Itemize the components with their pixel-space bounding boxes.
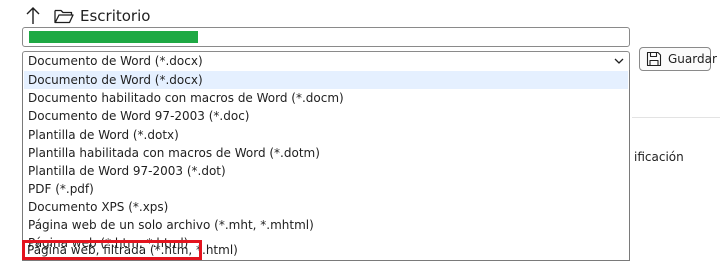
list-item-htm-filtered[interactable]: Página web, filtrada (*.htm, *.html) (22, 240, 238, 260)
list-item-mht[interactable]: Página web de un solo archivo (*.mht, *.… (24, 216, 628, 234)
folder-icon (54, 8, 74, 24)
chevron-down-icon[interactable] (611, 52, 627, 70)
navigation-bar: Escritorio (24, 4, 150, 28)
list-item-dotx[interactable]: Plantilla de Word (*.dotx) (24, 126, 628, 144)
file-name-input[interactable] (22, 27, 630, 47)
arrow-up-icon[interactable] (24, 6, 42, 26)
save-button-label: Guardar (668, 52, 717, 66)
list-item-xps[interactable]: Documento XPS (*.xps) (24, 198, 628, 216)
list-item-dot[interactable]: Plantilla de Word 97-2003 (*.dot) (24, 162, 628, 180)
list-item-dotm[interactable]: Plantilla habilitada con macros de Word … (24, 144, 628, 162)
list-item-docx[interactable]: Documento de Word (*.docx) (24, 71, 628, 89)
list-item-pdf[interactable]: PDF (*.pdf) (24, 180, 628, 198)
list-item-doc[interactable]: Documento de Word 97-2003 (*.doc) (24, 107, 628, 125)
file-name-selection (29, 31, 198, 43)
background-partial-label: ificación (634, 150, 684, 164)
file-type-dropdown-list: Documento de Word (*.docx) Documento hab… (22, 70, 630, 261)
file-type-select[interactable]: Documento de Word (*.docx) (22, 51, 630, 71)
save-icon (646, 51, 662, 67)
background-divider (632, 117, 720, 118)
current-folder-label[interactable]: Escritorio (80, 7, 150, 25)
list-item-docm[interactable]: Documento habilitado con macros de Word … (24, 89, 628, 107)
save-button[interactable]: Guardar (639, 47, 717, 71)
file-type-selected-value: Documento de Word (*.docx) (28, 54, 203, 68)
